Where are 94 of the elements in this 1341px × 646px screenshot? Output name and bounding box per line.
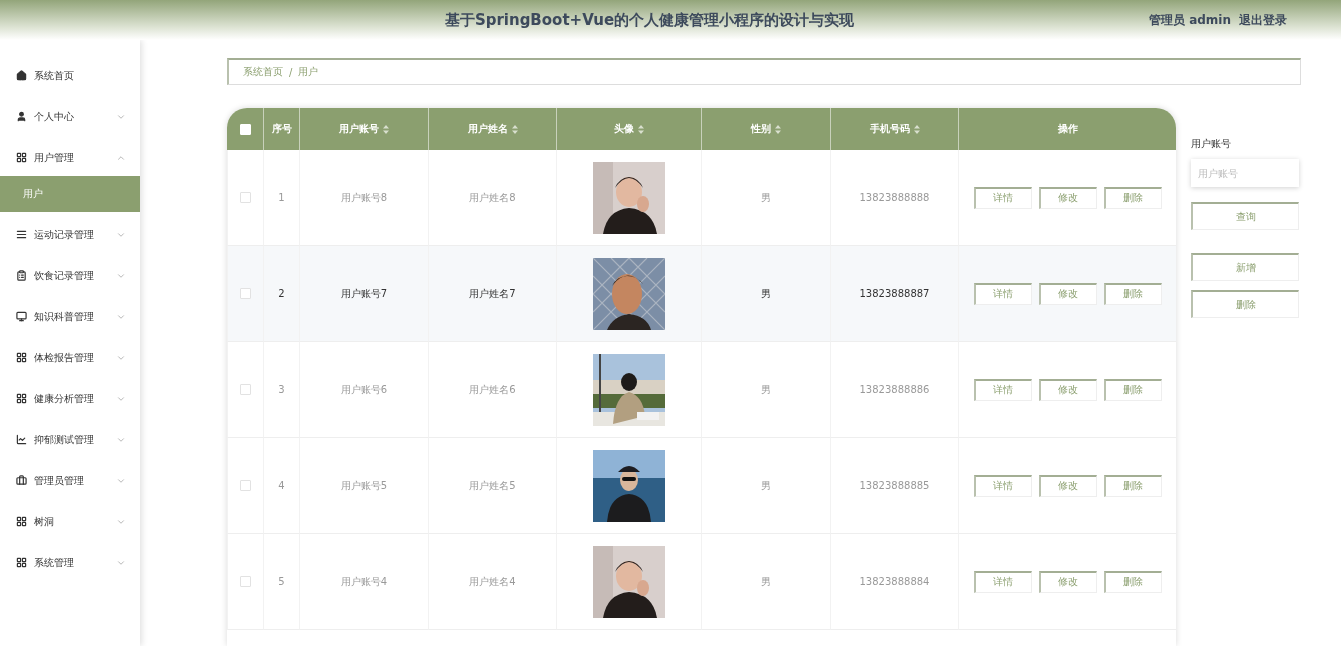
delete-button[interactable]: 删除 (1103, 570, 1162, 593)
menu-item[interactable]: 运动记录管理 (0, 214, 140, 255)
list-icon (16, 229, 27, 240)
clipboard-icon (16, 270, 27, 281)
grid-icon (16, 393, 27, 404)
logout-link[interactable]: 退出登录 (1239, 11, 1287, 29)
menu-item[interactable]: 系统管理 (0, 542, 140, 583)
column-header[interactable]: 用户姓名 (428, 108, 556, 150)
menu-item[interactable]: 抑郁测试管理 (0, 419, 140, 460)
detail-button[interactable]: 详情 (973, 186, 1032, 209)
row-checkbox[interactable] (240, 288, 251, 299)
table-cell: 5 (263, 534, 299, 630)
account-search-field[interactable]: 用户账号 (1191, 159, 1299, 187)
home-icon (16, 70, 27, 81)
table-cell: 男 (701, 438, 830, 534)
table-cell: 用户账号6 (299, 342, 428, 438)
detail-button[interactable]: 详情 (973, 474, 1032, 497)
grid-icon (16, 557, 27, 568)
edit-button[interactable]: 修改 (1038, 282, 1097, 305)
column-header[interactable]: 用户账号 (299, 108, 428, 150)
sort-icon[interactable] (383, 124, 389, 134)
table-cell: 男 (701, 534, 830, 630)
breadcrumb-item[interactable]: 系统首页 (243, 65, 283, 79)
delete-button[interactable]: 删除 (1103, 186, 1162, 209)
table-cell: 男 (701, 150, 830, 246)
menu-item[interactable]: 系统首页 (0, 55, 140, 96)
row-checkbox[interactable] (240, 480, 251, 491)
column-header[interactable]: 手机号码 (830, 108, 958, 150)
menu-item[interactable]: 管理员管理 (0, 460, 140, 501)
table-cell: 用户账号8 (299, 150, 428, 246)
menu-item[interactable]: 知识科普管理 (0, 296, 140, 337)
query-button[interactable]: 查询 (1191, 202, 1299, 230)
table-cell: 2 (263, 246, 299, 342)
table-cell: 13823888885 (830, 438, 958, 534)
table-cell: 男 (701, 246, 830, 342)
menu-item[interactable]: 用户管理 (0, 137, 140, 178)
delete-button[interactable]: 删除 (1103, 378, 1162, 401)
table-cell: 用户姓名7 (428, 246, 556, 342)
delete-button[interactable]: 删除 (1103, 474, 1162, 497)
grid-icon (16, 352, 27, 363)
column-header[interactable]: 性别 (701, 108, 830, 150)
edit-button[interactable]: 修改 (1038, 570, 1097, 593)
monitor-icon (16, 311, 27, 322)
row-checkbox[interactable] (240, 192, 251, 203)
user-icon (16, 111, 27, 122)
delete-button[interactable]: 删除 (1191, 290, 1299, 318)
submenu-item[interactable]: 用户 (0, 176, 140, 212)
admin-label: 管理员 admin (1148, 11, 1231, 29)
breadcrumb-separator: / (289, 66, 293, 78)
menu-item[interactable]: 个人中心 (0, 96, 140, 137)
table-cell: 用户姓名6 (428, 342, 556, 438)
column-header[interactable]: 头像 (556, 108, 701, 150)
edit-button[interactable]: 修改 (1038, 474, 1097, 497)
delete-button[interactable]: 删除 (1103, 282, 1162, 305)
briefcase-icon (16, 475, 27, 486)
table-cell: 13823888888 (830, 150, 958, 246)
edit-button[interactable]: 修改 (1038, 186, 1097, 209)
select-all-checkbox[interactable] (239, 123, 251, 135)
sort-icon[interactable] (511, 124, 518, 134)
menu-item[interactable]: 体检报告管理 (0, 337, 140, 378)
breadcrumb-item: 用户 (298, 65, 319, 79)
table-cell: 用户账号4 (299, 534, 428, 630)
table-cell: 13823888886 (830, 342, 958, 438)
chart-icon (16, 434, 27, 445)
column-header: 序号 (263, 108, 299, 150)
detail-button[interactable]: 详情 (973, 378, 1032, 401)
menu-item[interactable]: 树洞 (0, 501, 140, 542)
table-cell: 13823888887 (830, 246, 958, 342)
sort-icon[interactable] (913, 124, 920, 134)
detail-button[interactable]: 详情 (973, 282, 1032, 305)
grid-icon (16, 516, 27, 527)
table-cell: 13823888884 (830, 534, 958, 630)
table-cell: 用户姓名8 (428, 150, 556, 246)
table-cell: 用户账号5 (299, 438, 428, 534)
table-cell: 3 (263, 342, 299, 438)
edit-button[interactable]: 修改 (1038, 378, 1097, 401)
sort-icon[interactable] (775, 124, 781, 134)
page-title: 基于SpringBoot+Vue的个人健康管理小程序的设计与实现 (443, 10, 856, 30)
menu-item[interactable]: 饮食记录管理 (0, 255, 140, 296)
field-label: 用户账号 (1191, 137, 1232, 151)
row-checkbox[interactable] (240, 384, 251, 395)
menu-item[interactable]: 健康分析管理 (0, 378, 140, 419)
column-header: 操作 (958, 108, 1176, 150)
table-cell: 用户姓名5 (428, 438, 556, 534)
table-cell: 4 (263, 438, 299, 534)
row-checkbox[interactable] (240, 576, 251, 587)
table-cell: 男 (701, 342, 830, 438)
add-button[interactable]: 新增 (1191, 253, 1299, 281)
detail-button[interactable]: 详情 (973, 570, 1032, 593)
table-cell: 用户账号7 (299, 246, 428, 342)
grid-icon (16, 152, 27, 163)
table-cell: 1 (263, 150, 299, 246)
sort-icon[interactable] (638, 124, 644, 134)
table-cell: 用户姓名4 (428, 534, 556, 630)
